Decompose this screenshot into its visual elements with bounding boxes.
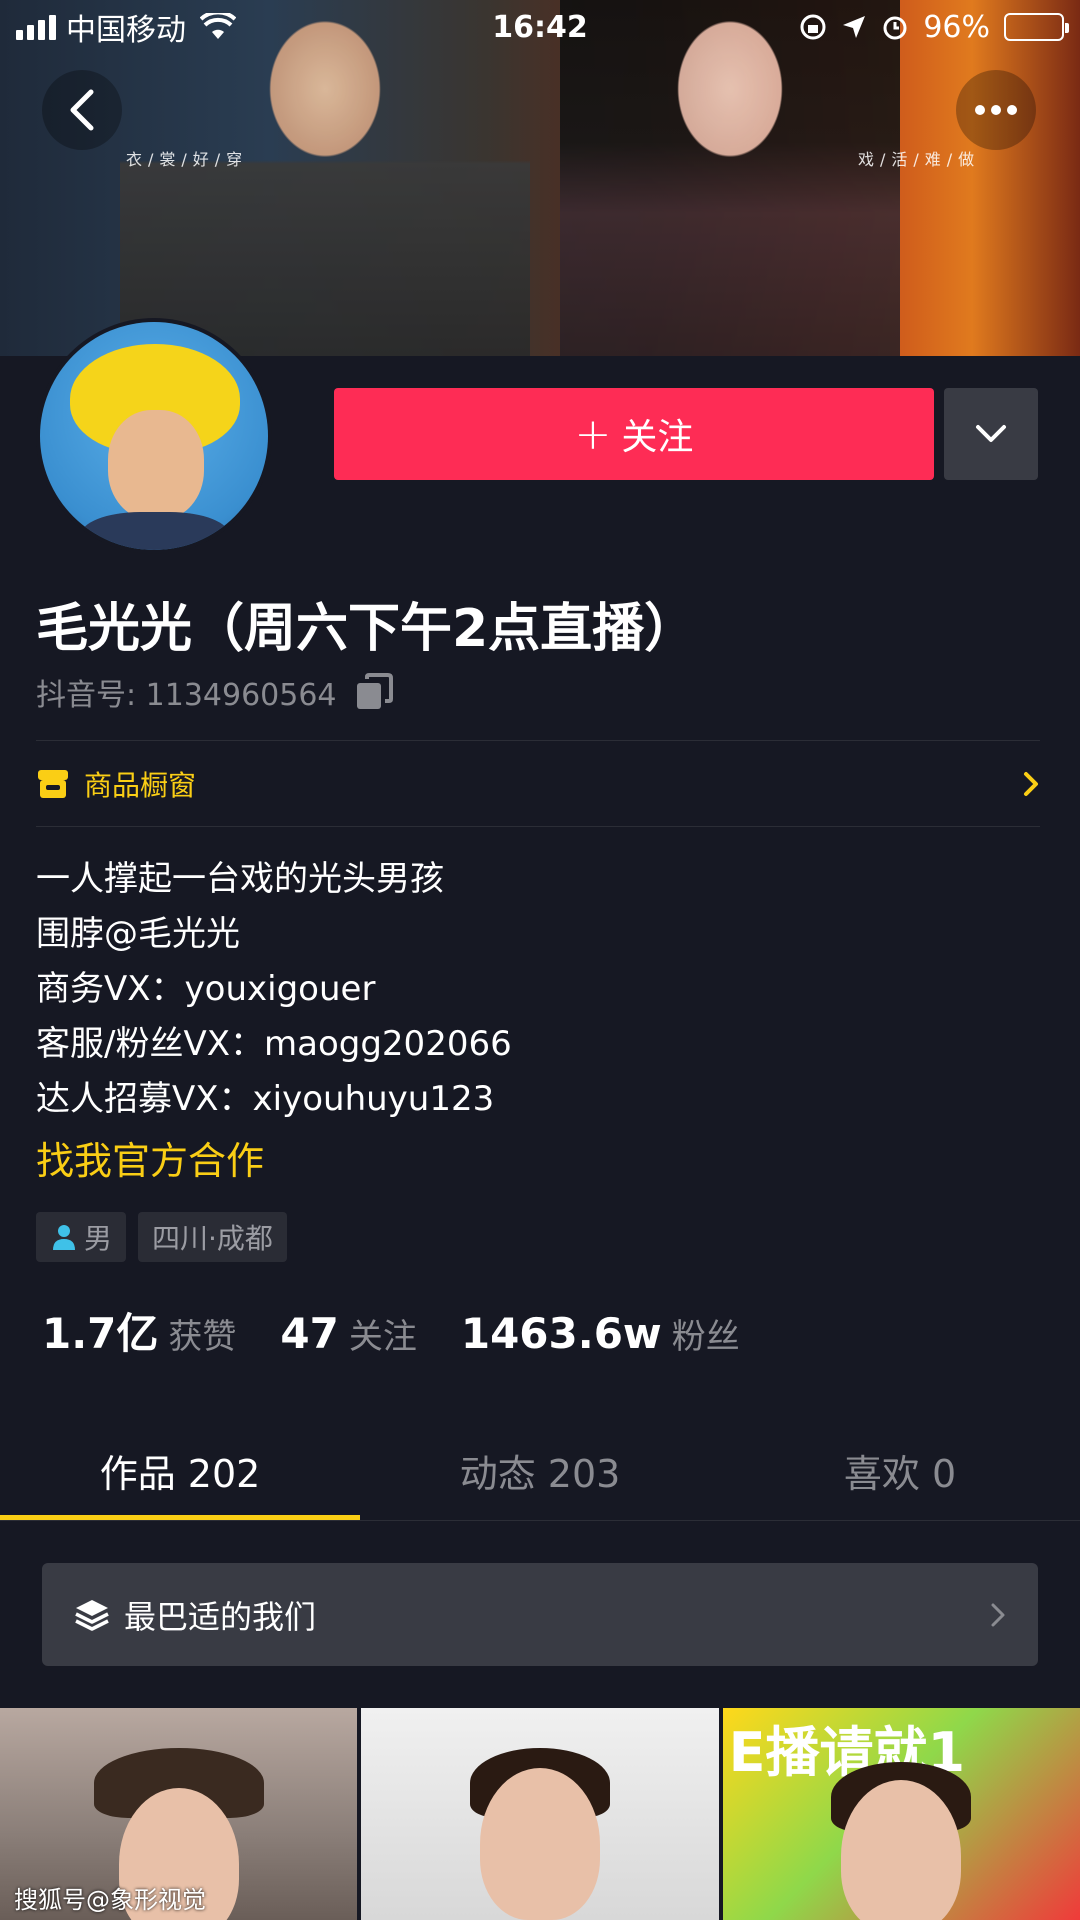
bio: 一人撑起一台戏的光头男孩 围脖@毛光光 商务VX：youxigouer 客服/粉… (36, 852, 512, 1127)
followers-count: 1463.6w (460, 1309, 662, 1358)
nickname: 毛光光（周六下午2点直播） (36, 599, 697, 659)
plus-icon: + (574, 408, 612, 460)
following-label: 关注 (348, 1317, 417, 1357)
bio-line: 围脖@毛光光 (36, 914, 240, 954)
cover-caption-left: 衣/裳/好/穿 (126, 150, 249, 169)
video-thumbnail[interactable] (361, 1708, 719, 1920)
copy-icon[interactable] (355, 673, 393, 711)
bio-line: 达人招募VX：xiyouhuyu123 (36, 1079, 495, 1119)
profile-tags: 男 四川·成都 (36, 1212, 287, 1262)
tab-likes[interactable]: 喜欢 0 (720, 1420, 1080, 1520)
alarm-icon (883, 16, 907, 40)
official-cooperation-link[interactable]: 找我官方合作 (36, 1130, 264, 1185)
person-icon (53, 1225, 75, 1250)
battery-percent: 96% (923, 9, 990, 45)
bio-line: 客服/粉丝VX：maogg202066 (36, 1024, 512, 1064)
video-thumbnail[interactable]: E播请就1 (722, 1708, 1080, 1920)
follow-button[interactable]: + 关注 (334, 388, 934, 480)
profile-stats: 1.7亿 获赞 47 关注 1463.6w 粉丝 (42, 1300, 740, 1361)
divider (36, 826, 1040, 827)
status-bar: 中国移动 16:42 96% (0, 0, 1080, 54)
location-icon (843, 16, 866, 38)
watermark: 搜狐号@象形视觉 (14, 1886, 206, 1914)
likes-label: 获赞 (168, 1317, 237, 1357)
douyin-id: 抖音号: 1134960564 (36, 678, 337, 713)
chevron-down-icon (976, 425, 1006, 442)
chevron-right-icon (1024, 772, 1038, 796)
avatar-image (40, 322, 268, 550)
gender-tag: 男 (36, 1212, 127, 1262)
likes-count: 1.7亿 (42, 1309, 159, 1358)
product-showcase-row[interactable]: 商品橱窗 (36, 742, 1040, 826)
avatar[interactable] (36, 318, 272, 554)
recommend-dropdown-button[interactable] (944, 388, 1038, 480)
divider (0, 1520, 1080, 1521)
signal-icon (16, 14, 56, 40)
cover-caption-right: 戏/活/难/做 (858, 150, 981, 169)
carrier-name: 中国移动 (66, 13, 186, 48)
back-button[interactable] (42, 70, 122, 150)
chevron-left-icon (70, 89, 94, 131)
playlist-label: 最巴适的我们 (124, 1597, 317, 1636)
content-tabs: 作品 202 动态 203 喜欢 0 (0, 1420, 1080, 1520)
location-label: 四川·成都 (152, 1222, 273, 1255)
wifi-icon (200, 13, 236, 39)
following-stat[interactable]: 47 关注 (280, 1309, 416, 1358)
shop-icon (38, 770, 68, 798)
tab-activity[interactable]: 动态 203 (360, 1420, 720, 1520)
shop-label: 商品橱窗 (84, 769, 197, 802)
location-tag: 四川·成都 (138, 1212, 287, 1262)
bio-line: 商务VX：youxigouer (36, 969, 376, 1009)
chevron-right-icon (991, 1603, 1005, 1626)
bio-line: 一人撑起一台戏的光头男孩 (36, 859, 444, 899)
playlist-row[interactable]: 最巴适的我们 (42, 1563, 1038, 1666)
tab-works[interactable]: 作品 202 (0, 1420, 360, 1520)
more-button[interactable] (956, 70, 1036, 150)
followers-label: 粉丝 (671, 1317, 740, 1357)
likes-stat: 1.7亿 获赞 (42, 1300, 236, 1361)
douyin-id-row: 抖音号: 1134960564 (36, 670, 393, 714)
more-dots-icon (975, 105, 1017, 115)
divider (36, 740, 1040, 741)
gender-label: 男 (84, 1222, 113, 1255)
following-count: 47 (280, 1309, 339, 1358)
followers-stat[interactable]: 1463.6w 粉丝 (461, 1309, 740, 1358)
layers-icon (75, 1599, 109, 1631)
follow-button-label: 关注 (621, 417, 694, 458)
battery-icon (1004, 13, 1069, 41)
orientation-lock-icon (800, 14, 826, 40)
